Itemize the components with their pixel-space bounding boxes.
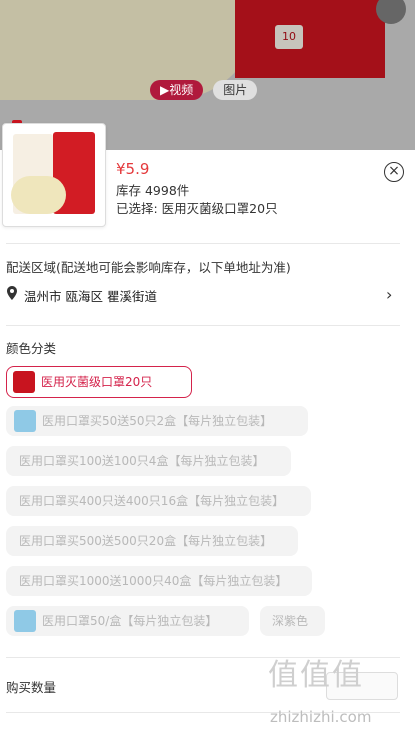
- media-tabs: ▶视频 图片: [150, 80, 258, 100]
- red-pack-icon: [13, 371, 35, 393]
- location-pin-icon: [7, 286, 17, 300]
- variant-option[interactable]: 医用口罩50/盒【每片独立包装】: [6, 606, 249, 636]
- variant-option[interactable]: 医用口罩买100送100只4盒【每片独立包装】: [6, 446, 291, 476]
- variant-option[interactable]: 医用口罩买400只送400只16盒【每片独立包装】: [6, 486, 311, 516]
- blue-pack-icon: [14, 610, 36, 632]
- blue-pack-icon: [14, 410, 36, 432]
- shipping-address[interactable]: 温州市 瓯海区 瞿溪街道: [24, 286, 157, 305]
- quantity-label: 购买数量: [6, 680, 57, 695]
- variant-option[interactable]: 医用口罩买500送500只20盒【每片独立包装】: [6, 526, 298, 556]
- selected-variant: 已选择: 医用灭菌级口罩20只: [116, 201, 278, 216]
- price: ¥5.9: [116, 160, 150, 178]
- variant-option[interactable]: 医用灭菌级口罩20只: [6, 366, 192, 398]
- shipping-title: 配送区域(配送地可能会影响库存，以下单地址为准): [6, 260, 291, 275]
- close-icon[interactable]: ×: [384, 162, 404, 182]
- variant-option[interactable]: 医用口罩买50送50只2盒【每片独立包装】: [6, 406, 308, 436]
- watermark-logo: 值值值: [268, 658, 364, 693]
- watermark-domain: zhizhizhi.com: [270, 708, 372, 726]
- variant-option[interactable]: 深紫色: [260, 606, 325, 636]
- play-icon: ▶: [160, 83, 170, 97]
- stock-count: 库存 4998件: [116, 183, 190, 198]
- variant-option[interactable]: 医用口罩买1000送1000只40盒【每片独立包装】: [6, 566, 312, 596]
- mask-image: [11, 176, 66, 214]
- divider: [6, 325, 400, 326]
- product-thumbnail[interactable]: [2, 123, 106, 227]
- tab-video[interactable]: ▶视频: [150, 80, 204, 100]
- chevron-right-icon[interactable]: ›: [386, 285, 392, 304]
- variant-title: 颜色分类: [6, 341, 57, 356]
- tab-image[interactable]: 图片: [213, 80, 258, 100]
- divider: [6, 243, 400, 244]
